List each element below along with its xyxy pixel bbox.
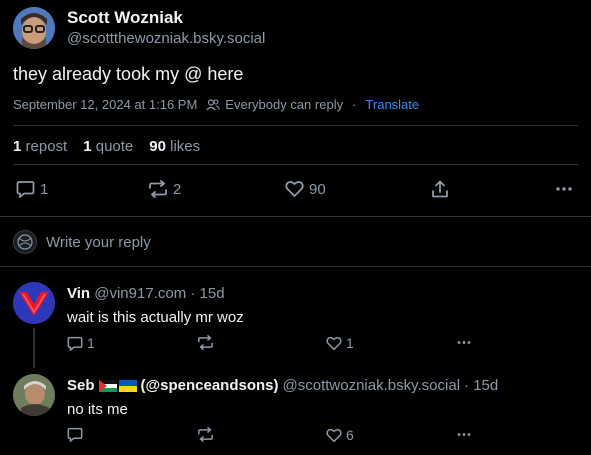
author-name[interactable]: Scott Wozniak bbox=[67, 8, 183, 28]
reply-avatar[interactable] bbox=[13, 282, 55, 324]
likes-label: likes bbox=[170, 138, 201, 155]
translate-link[interactable]: Translate bbox=[365, 97, 419, 112]
meta-separator: · bbox=[352, 97, 357, 112]
reply-header: Vin @vin917.com · 15d bbox=[67, 285, 225, 302]
flag-icons bbox=[98, 379, 137, 392]
reply-composer[interactable]: Write your reply bbox=[13, 229, 578, 255]
reply-author-name[interactable]: Vin bbox=[67, 285, 90, 302]
more-icon bbox=[457, 433, 471, 436]
reply-like-count: 6 bbox=[346, 427, 354, 443]
share-icon bbox=[432, 180, 448, 198]
reply-placeholder[interactable]: Write your reply bbox=[46, 234, 151, 251]
reply-reply-button[interactable] bbox=[67, 427, 83, 442]
reposts-stat[interactable]: 1 repost bbox=[13, 138, 67, 155]
repost-icon bbox=[198, 427, 213, 442]
reply-avatar[interactable] bbox=[13, 374, 55, 416]
quotes-count: 1 bbox=[83, 138, 92, 155]
post-stats: 1 repost 1 quote 90 likes bbox=[13, 138, 200, 155]
reply-author-handle[interactable]: @vin917.com bbox=[94, 285, 186, 302]
share-button[interactable] bbox=[431, 180, 449, 199]
repost-icon bbox=[149, 180, 167, 198]
reply-count: 1 bbox=[40, 180, 49, 198]
post-text: they already took my @ here bbox=[13, 64, 244, 84]
heart-icon bbox=[285, 181, 304, 197]
people-icon bbox=[206, 98, 221, 110]
reply-setting[interactable]: Everybody can reply bbox=[225, 97, 343, 112]
reply-age[interactable]: · 15d bbox=[190, 285, 224, 302]
reply-button[interactable]: 1 bbox=[16, 180, 48, 198]
ukraine-flag-icon bbox=[118, 379, 137, 392]
author-avatar[interactable] bbox=[13, 7, 55, 49]
heart-icon bbox=[326, 428, 342, 442]
divider bbox=[0, 216, 591, 217]
reply-author-name[interactable]: Seb bbox=[67, 377, 95, 394]
reply-icon bbox=[67, 336, 83, 351]
divider bbox=[13, 125, 578, 126]
quotes-label: quote bbox=[95, 138, 134, 155]
like-button[interactable]: 90 bbox=[285, 180, 326, 198]
reply-text: no its me bbox=[67, 401, 128, 418]
reply-more-button[interactable] bbox=[456, 427, 472, 442]
reply-icon bbox=[16, 181, 35, 198]
reply-text: wait is this actually mr woz bbox=[67, 309, 244, 326]
reply-like-count: 1 bbox=[346, 335, 354, 351]
palestine-flag-icon bbox=[98, 379, 117, 392]
repost-button[interactable]: 2 bbox=[148, 180, 181, 198]
reply-like-button[interactable]: 6 bbox=[326, 427, 354, 443]
repost-icon bbox=[198, 335, 213, 350]
reply-reply-count: 1 bbox=[87, 335, 95, 351]
reposts-count: 1 bbox=[13, 138, 22, 155]
user-avatar bbox=[13, 230, 37, 254]
likes-stat[interactable]: 90 likes bbox=[149, 138, 200, 155]
author-handle[interactable]: @scottthewozniak.bsky.social bbox=[67, 30, 265, 47]
reply-reply-button[interactable]: 1 bbox=[67, 335, 95, 351]
reply-like-button[interactable]: 1 bbox=[326, 335, 354, 351]
reply-repost-button[interactable] bbox=[197, 335, 214, 350]
divider bbox=[0, 266, 591, 267]
thread-line bbox=[33, 328, 35, 368]
reply-icon bbox=[67, 427, 83, 442]
reply-header: Seb (@spenceandsons) @scottwozniak.bsky.… bbox=[67, 377, 498, 394]
more-button[interactable] bbox=[555, 180, 573, 198]
likes-count: 90 bbox=[149, 138, 166, 155]
reply-repost-button[interactable] bbox=[197, 427, 214, 442]
reposts-label: repost bbox=[25, 138, 68, 155]
post-timestamp[interactable]: September 12, 2024 at 1:16 PM bbox=[13, 97, 197, 112]
like-count: 90 bbox=[309, 180, 326, 198]
more-icon bbox=[556, 187, 572, 191]
reply-author-handle[interactable]: @scottwozniak.bsky.social bbox=[283, 377, 461, 394]
reply-author-display-rest[interactable]: (@spenceandsons) bbox=[141, 377, 279, 394]
post-meta-row: September 12, 2024 at 1:16 PM Everybody … bbox=[13, 97, 419, 112]
repost-count: 2 bbox=[173, 180, 182, 198]
quotes-stat[interactable]: 1 quote bbox=[83, 138, 133, 155]
more-icon bbox=[457, 341, 471, 344]
reply-more-button[interactable] bbox=[456, 335, 472, 350]
reply-age[interactable]: · 15d bbox=[464, 377, 498, 394]
heart-icon bbox=[326, 336, 342, 350]
divider bbox=[13, 164, 578, 165]
